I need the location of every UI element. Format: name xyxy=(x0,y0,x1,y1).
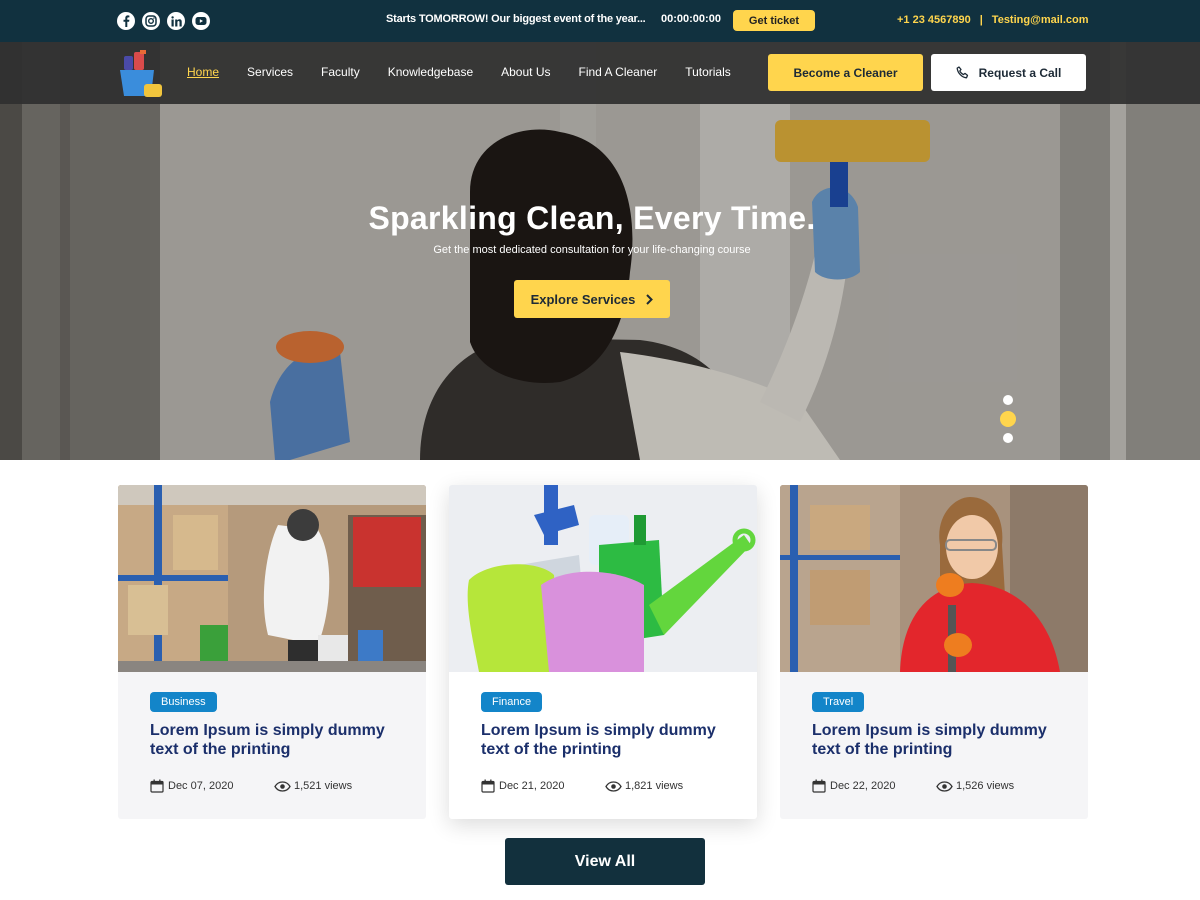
become-a-cleaner-button[interactable]: Become a Cleaner xyxy=(768,54,923,91)
card-title[interactable]: Lorem Ipsum is simply dummy text of the … xyxy=(812,721,1068,759)
card-date: Dec 21, 2020 xyxy=(499,780,565,792)
linkedin-icon[interactable] xyxy=(167,12,185,30)
calendar-icon xyxy=(150,779,164,793)
promo-text: Starts TOMORROW! Our biggest event of th… xyxy=(386,13,646,25)
card-views: 1,526 views xyxy=(956,780,1015,792)
youtube-icon[interactable] xyxy=(192,12,210,30)
phone-icon xyxy=(956,66,968,79)
nav-item-services[interactable]: Services xyxy=(247,65,293,79)
top-bar: Starts TOMORROW! Our biggest event of th… xyxy=(0,0,1200,42)
get-ticket-button[interactable]: Get ticket xyxy=(733,10,815,31)
calendar-icon xyxy=(481,779,495,793)
category-tag[interactable]: Travel xyxy=(812,692,865,712)
card-date: Dec 07, 2020 xyxy=(168,780,234,792)
slider-dot-3[interactable] xyxy=(1003,433,1013,443)
chevron-right-icon xyxy=(646,293,654,305)
main-navbar: Home Services Faculty Knowledgebase Abou… xyxy=(0,42,1200,104)
category-tag[interactable]: Business xyxy=(150,692,217,712)
card-image-warehouse-worker xyxy=(118,485,426,672)
view-all-button[interactable]: View All xyxy=(505,838,705,885)
card-meta: Dec 21, 2020 1,821 views xyxy=(481,779,683,793)
category-tag[interactable]: Finance xyxy=(481,692,543,712)
card-date: Dec 22, 2020 xyxy=(830,780,896,792)
blog-card[interactable]: Business Lorem Ipsum is simply dummy tex… xyxy=(118,485,426,819)
site-logo[interactable] xyxy=(116,48,164,98)
card-meta: Dec 07, 2020 1,521 views xyxy=(150,779,352,793)
instagram-icon[interactable] xyxy=(142,12,160,30)
explore-services-label: Explore Services xyxy=(530,291,636,307)
request-a-call-button[interactable]: Request a Call xyxy=(931,54,1086,91)
contact-info: +1 23 4567890 | Testing@mail.com xyxy=(897,14,1089,26)
card-image-cleaning-supplies xyxy=(449,485,757,672)
card-meta: Dec 22, 2020 1,526 views xyxy=(812,779,1014,793)
card-views: 1,821 views xyxy=(625,780,684,792)
calendar-icon xyxy=(812,779,826,793)
request-a-call-label: Request a Call xyxy=(978,65,1062,80)
nav-item-find-a-cleaner[interactable]: Find A Cleaner xyxy=(578,65,657,79)
card-title[interactable]: Lorem Ipsum is simply dummy text of the … xyxy=(481,721,737,759)
countdown-timer: 00:00:00:00 xyxy=(661,13,721,25)
social-links xyxy=(117,12,210,30)
nav-item-faculty[interactable]: Faculty xyxy=(321,65,360,79)
blog-card[interactable]: Finance Lorem Ipsum is simply dummy text… xyxy=(449,485,757,819)
nav-item-knowledgebase[interactable]: Knowledgebase xyxy=(388,65,473,79)
hero-title: Sparkling Clean, Every Time. xyxy=(368,200,816,236)
card-title[interactable]: Lorem Ipsum is simply dummy text of the … xyxy=(150,721,406,759)
slider-dot-1[interactable] xyxy=(1003,395,1013,405)
explore-services-button[interactable]: Explore Services xyxy=(514,280,670,318)
email-link[interactable]: Testing@mail.com xyxy=(992,14,1089,26)
eye-icon xyxy=(274,780,291,792)
primary-nav: Home Services Faculty Knowledgebase Abou… xyxy=(187,65,759,79)
facebook-icon[interactable] xyxy=(117,12,135,30)
nav-item-home[interactable]: Home xyxy=(187,65,219,79)
nav-item-about-us[interactable]: About Us xyxy=(501,65,550,79)
blog-cards: Business Lorem Ipsum is simply dummy tex… xyxy=(118,485,1088,819)
eye-icon xyxy=(605,780,622,792)
eye-icon xyxy=(936,780,953,792)
slider-dots xyxy=(999,395,1017,443)
card-image-smiling-cleaner xyxy=(780,485,1088,672)
hero-banner: Sparkling Clean, Every Time. Get the mos… xyxy=(0,42,1200,460)
contact-separator: | xyxy=(979,14,983,26)
phone-link[interactable]: +1 23 4567890 xyxy=(897,14,971,26)
nav-item-tutorials[interactable]: Tutorials xyxy=(685,65,731,79)
hero-subtitle: Get the most dedicated consultation for … xyxy=(433,244,751,256)
card-views: 1,521 views xyxy=(294,780,353,792)
slider-dot-2[interactable] xyxy=(1000,411,1016,427)
blog-card[interactable]: Travel Lorem Ipsum is simply dummy text … xyxy=(780,485,1088,819)
